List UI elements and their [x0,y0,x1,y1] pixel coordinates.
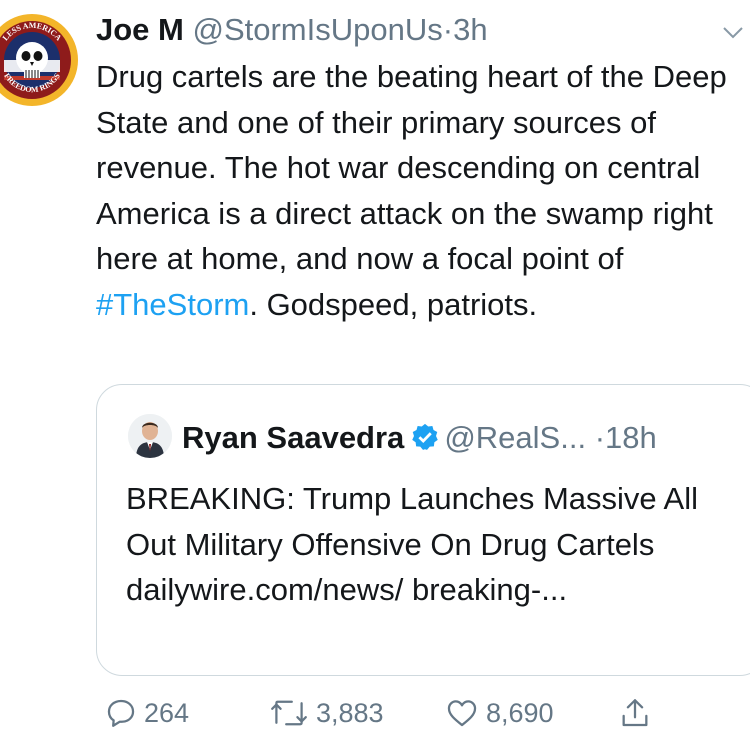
share-button[interactable] [618,688,658,738]
quoted-tweet-text: BREAKING: Trump Launches Massive All Out… [126,481,699,607]
quoted-tweet-header: Ryan Saavedra @RealS... ·18h [182,418,657,458]
retweet-icon [271,700,307,726]
chevron-down-icon[interactable] [722,26,744,40]
tweet-text: Drug cartels are the beating heart of th… [96,54,750,327]
like-count: 8,690 [486,697,554,728]
retweet-button[interactable]: 3,883 [268,688,384,738]
quoted-tweet-timestamp[interactable]: 18h [605,420,657,455]
tweet-action-bar: 264 3,883 8,690 [0,688,750,738]
quoted-separator-dot: · [594,420,606,455]
tweet-header: Joe M @StormIsUponUs·3h [96,10,488,50]
tweet-text-main: Drug cartels are the beating heart of th… [96,59,727,276]
verified-badge-icon [412,423,439,450]
author-avatar[interactable]: LESS AMERICA FREEDOM RINGS [0,14,78,106]
share-icon [622,699,648,727]
reply-button[interactable]: 264 [104,688,189,738]
reply-icon [107,699,135,727]
author-handle[interactable]: @StormIsUponUs [192,12,442,47]
quoted-author-handle[interactable]: @RealS... [444,420,586,455]
retweet-count: 3,883 [316,697,384,728]
hashtag-link[interactable]: #TheStorm [96,287,249,322]
author-name[interactable]: Joe M [96,12,184,47]
like-icon [447,700,477,727]
person-avatar-icon [128,414,172,458]
avatar-emblem-icon: LESS AMERICA FREEDOM RINGS [0,15,77,105]
reply-count: 264 [144,697,190,728]
quoted-author-avatar[interactable] [128,414,172,458]
tweet-text-end: . Godspeed, patriots. [249,286,538,322]
quoted-author-name[interactable]: Ryan Saavedra [182,420,404,455]
separator-dot: · [442,12,454,47]
tweet-timestamp[interactable]: 3h [453,12,487,47]
like-button[interactable]: 8,690 [444,688,554,738]
